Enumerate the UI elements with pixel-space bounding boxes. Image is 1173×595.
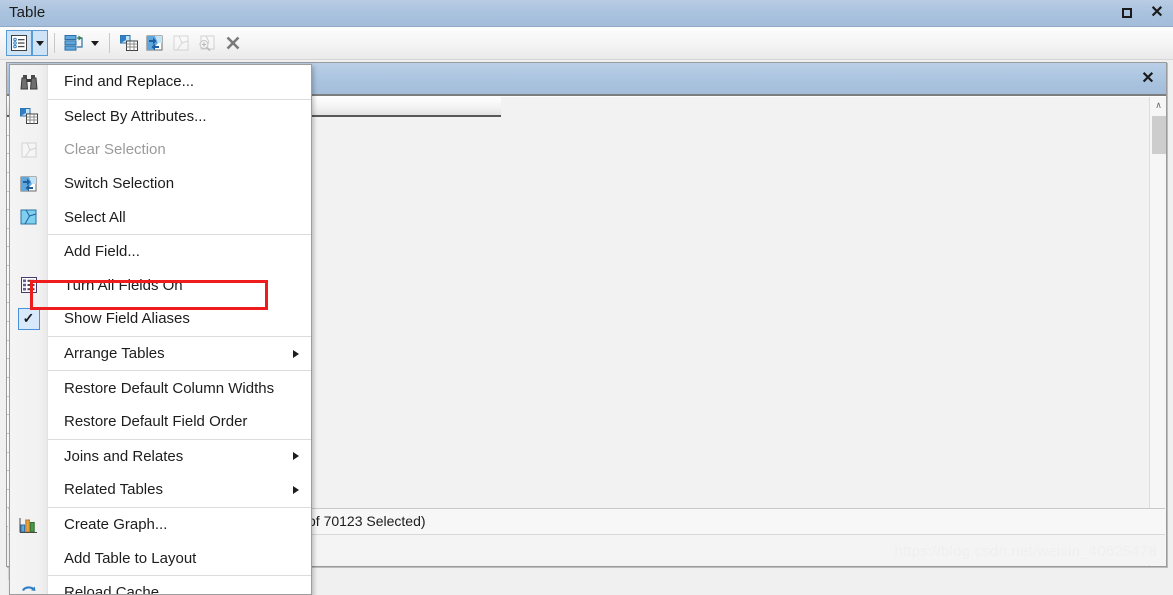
select-all-icon [10,200,47,234]
menu-item-label: Show Field Aliases [64,310,190,328]
zoom-to-selected-icon [199,35,215,52]
menu-item-label: Restore Default Column Widths [64,379,275,397]
select-by-attributes-icon [10,100,47,134]
chevron-down-icon [91,40,99,46]
clear-selection-button [168,30,194,56]
table-options-menu: Find and Replace... Select By Attributes.… [9,64,312,595]
menu-item-label: Clear Selection [64,141,166,159]
menu-item-select-all[interactable]: Select All [10,200,311,234]
table-options-icon [11,35,27,51]
menu-item-label: Create Graph... [64,516,168,534]
menu-item-no-icon [10,371,47,405]
clear-selection-icon [10,133,47,167]
menu-item-joins-and-relates[interactable]: Joins and Relates [10,440,311,474]
menu-item-related-tables[interactable]: Related Tables [10,473,311,507]
menu-item-label: Select By Attributes... [64,107,207,125]
menu-item-label: Select All [64,208,126,226]
switch-selection-button[interactable] [142,30,168,56]
turn-all-fields-on-icon [10,269,47,303]
scrollbar-thumb[interactable] [1152,116,1166,154]
chevron-down-icon [36,40,44,46]
menu-item-label: Switch Selection [64,175,175,193]
checkbox-checked: ✓ [17,307,40,330]
menu-item-restore-default-column-widths[interactable]: Restore Default Column Widths [10,371,311,405]
clear-selection-icon [173,35,189,51]
menu-item-label: Restore Default Field Order [64,413,248,431]
menu-item-label: Reload Cache [64,584,160,595]
menu-item-reload-cache[interactable]: Reload Cache [10,576,311,595]
menu-item-label: Turn All Fields On [64,276,183,294]
submenu-arrow-icon [293,452,299,461]
toolbar-separator [54,33,55,53]
select-by-attributes-button[interactable] [116,30,142,56]
grid-vertical-scrollbar[interactable]: ∧ ∨ [1149,97,1166,566]
close-button[interactable]: ✕ [1147,3,1167,23]
maximize-icon [1122,8,1132,18]
switch-selection-icon [10,167,47,201]
submenu-arrow-icon [293,349,299,358]
table-toolbar [0,27,1173,60]
related-tables-button[interactable] [61,30,87,56]
menu-item-restore-default-field-order[interactable]: Restore Default Field Order [10,405,311,439]
create-graph-icon [10,508,47,542]
table-options-dropdown[interactable] [32,30,48,56]
zoom-to-selected-button [194,30,220,56]
menu-item-create-graph[interactable]: Create Graph... [10,508,311,542]
menu-item-add-field[interactable]: Add Field... [10,235,311,269]
table-window: Table ✕ ✕ ∧ of 70123 Selected) https://b… [0,0,1173,595]
menu-item-select-by-attributes[interactable]: Select By Attributes... [10,100,311,134]
panel-close-button[interactable]: ✕ [1138,69,1158,89]
menu-item-no-icon [10,337,47,371]
watermark-text: https://blog.csdn.net/weixin_40625478 [894,543,1157,560]
delete-selected-button[interactable] [220,30,246,56]
menu-item-find-and-replace[interactable]: Find and Replace... [10,65,311,99]
menu-item-label: Find and Replace... [64,73,195,91]
reload-cache-icon [10,576,47,594]
table-options-button[interactable] [6,30,32,56]
window-title-bar: Table ✕ [0,0,1173,27]
toolbar-separator [109,33,110,53]
binoculars-icon [10,65,47,99]
submenu-arrow-icon [293,485,299,494]
menu-item-no-icon [10,405,47,439]
related-tables-dropdown[interactable] [87,30,103,56]
menu-item-arrange-tables[interactable]: Arrange Tables [10,337,311,371]
menu-item-clear-selection: Clear Selection [10,133,311,167]
menu-item-list: Find and Replace... Select By Attributes.… [10,65,311,595]
maximize-button[interactable] [1117,3,1137,23]
select-by-attributes-icon [120,35,138,51]
menu-item-label: Joins and Relates [64,447,184,465]
menu-item-show-field-aliases[interactable]: ✓ Show Field Aliases [10,302,311,336]
window-buttons: ✕ [1117,3,1167,23]
window-title: Table [9,4,46,21]
menu-item-label: Arrange Tables [64,345,165,363]
scroll-up-button[interactable]: ∧ [1150,97,1167,114]
selection-status-text: of 70123 Selected) [308,513,426,529]
menu-item-label: Add Field... [64,243,140,261]
menu-item-label: Related Tables [64,481,163,499]
menu-item-no-icon [10,440,47,474]
menu-item-turn-all-fields-on[interactable]: Turn All Fields On [10,269,311,303]
menu-item-label: Add Table to Layout [64,549,197,567]
related-tables-icon [64,35,83,51]
menu-item-add-table-to-layout[interactable]: Add Table to Layout [10,541,311,575]
close-x-icon [226,36,240,50]
switch-selection-icon [146,35,163,51]
check-icon: ✓ [10,302,47,336]
close-icon: ✕ [1141,70,1155,87]
menu-item-switch-selection[interactable]: Switch Selection [10,167,311,201]
close-icon: ✕ [1150,4,1164,21]
menu-item-no-icon [10,235,47,269]
menu-item-no-icon [10,541,47,575]
menu-item-no-icon [10,473,47,507]
